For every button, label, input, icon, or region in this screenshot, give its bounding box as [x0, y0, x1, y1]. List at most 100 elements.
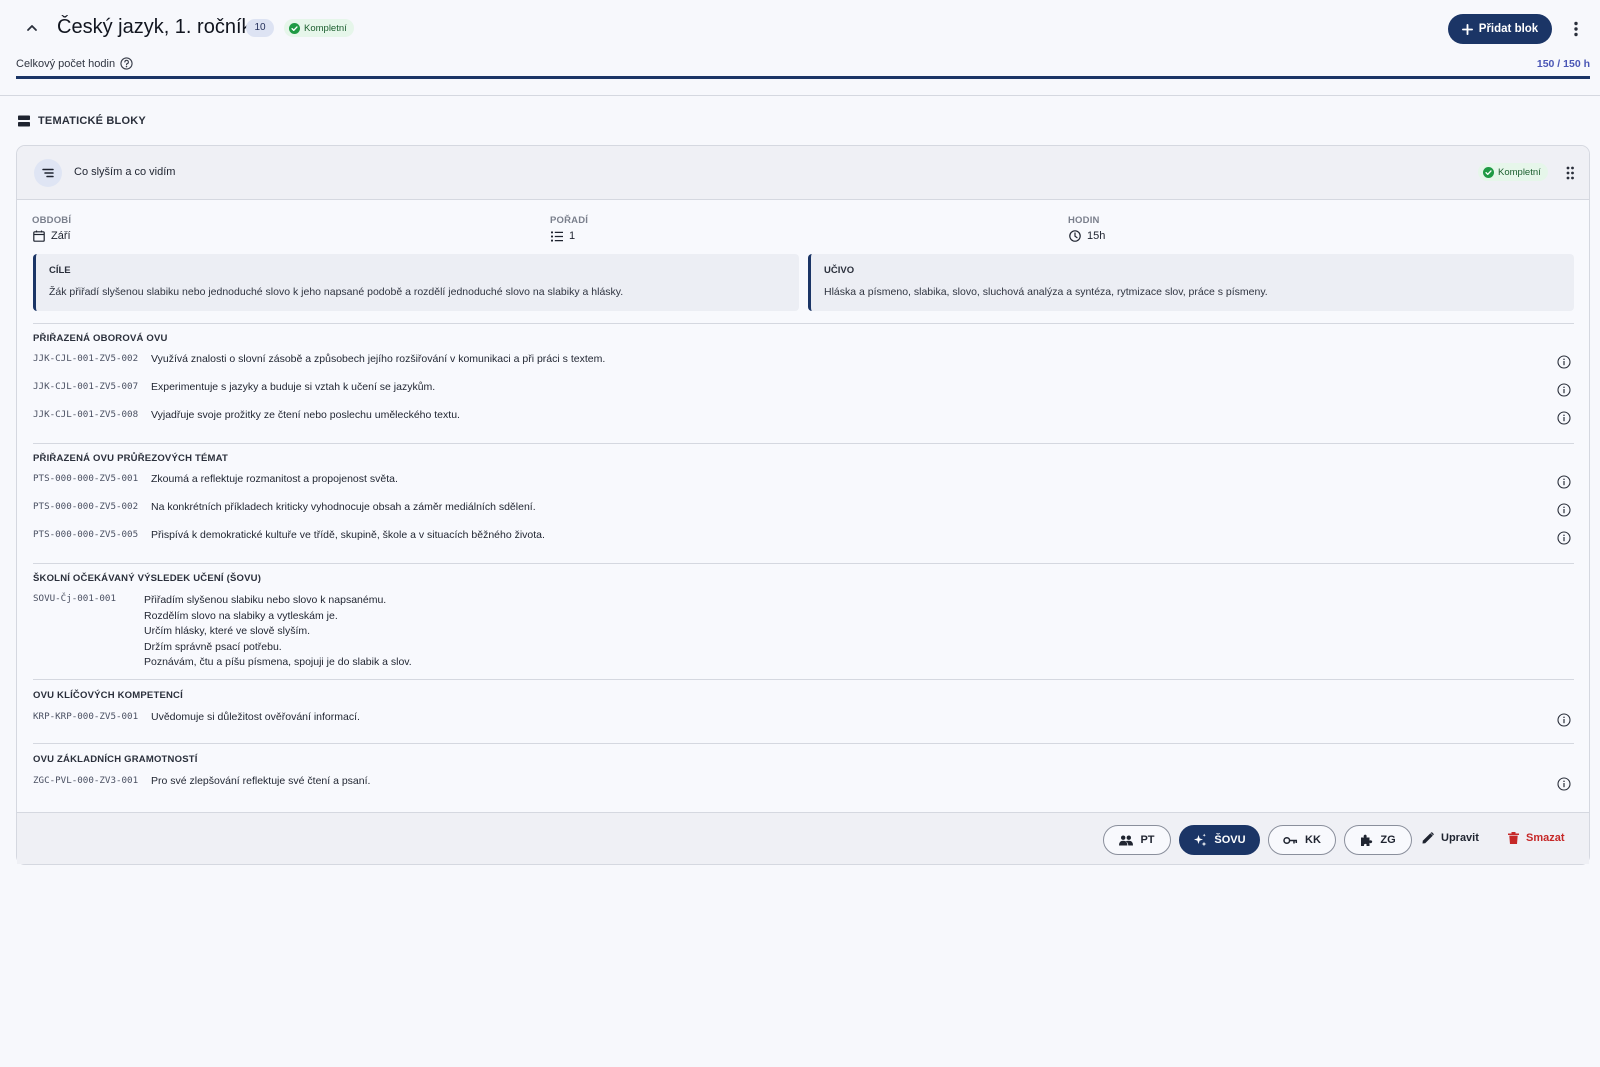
divider [33, 323, 1574, 324]
status-badge: Kompletní [284, 19, 354, 37]
total-hours-text: Celkový počet hodin [16, 57, 116, 70]
trash-icon [1508, 832, 1519, 844]
key-icon [1283, 836, 1298, 844]
sovu-line: Rozdělím slovo na slabiky a vytleskám je… [144, 609, 338, 622]
ovu-text: Experimentuje s jazyky a buduje si vztah… [151, 381, 436, 393]
hours-label: HODIN [1068, 215, 1100, 226]
sovu-code: SOVU-Čj-001-001 [33, 593, 116, 604]
add-block-label: Přidat blok [1478, 23, 1539, 35]
sovu-button[interactable]: ŠOVU [1179, 825, 1260, 855]
info-icon[interactable] [1557, 383, 1571, 397]
page-title: Český jazyk, 1. ročník [57, 16, 252, 38]
calendar-icon [33, 230, 45, 242]
chevron-up-icon[interactable] [24, 20, 40, 36]
pt-button[interactable]: PT [1103, 825, 1171, 855]
add-block-button[interactable]: Přidat blok [1448, 14, 1552, 44]
ovu-code: JJK-CJL-001-ZV5-007 [33, 381, 139, 392]
list-icon [42, 168, 54, 178]
order-label: POŘADÍ [550, 215, 589, 226]
section-title-text: TEMATICKÉ BLOKY [38, 115, 146, 127]
hours-value: 15h [1069, 230, 1105, 242]
total-hours-value: 150 / 150 h [1536, 58, 1590, 70]
divider [33, 563, 1574, 564]
divider [33, 443, 1574, 444]
pencil-icon [1422, 832, 1434, 844]
sovu-row: SOVU-Čj-001-001 Přiřadím slyšenou slabik… [33, 593, 1579, 673]
period-value: Září [33, 230, 71, 242]
ovu-row: JJK-CJL-001-ZV5-002 Využívá znalosti o s… [33, 353, 1579, 369]
ovu-code: PTS-000-000-ZV5-001 [33, 473, 139, 484]
sovu-line: Určím hlásky, které ve slově slyším. [144, 625, 311, 637]
drag-handle-icon[interactable] [1562, 163, 1578, 183]
curriculum-callout: UČIVO Hláska a písmeno, slabika, slovo, … [808, 254, 1574, 311]
ovu-row: PTS-000-000-ZV5-001 Zkoumá a reflektuje … [33, 473, 1579, 489]
sovu-line: Držím správně psací potřebu. [144, 640, 282, 653]
numbered-list-icon [551, 231, 563, 241]
ovu-row: PTS-000-000-ZV5-005 Přispívá k demokrati… [33, 529, 1579, 545]
gramotnosti-title: OVU ZÁKLADNÍCH GRAMOTNOSTÍ [33, 754, 198, 765]
ovu-text: Vyjadřuje svoje prožitky ze čtení nebo p… [151, 409, 460, 421]
ovu-text: Využívá znalosti o slovní zásobě a způso… [151, 353, 606, 365]
divider [33, 743, 1574, 744]
hours-value-text: 15h [1087, 230, 1106, 242]
info-icon[interactable] [1557, 355, 1571, 369]
ovu-row: JJK-CJL-001-ZV5-008 Vyjadřuje svoje prož… [33, 409, 1579, 425]
total-hours-label: Celkový počet hodin [16, 57, 133, 70]
ovu-code: PTS-000-000-ZV5-002 [33, 501, 139, 512]
ovu-text: Zkoumá a reflektuje rozmanitost a propoj… [151, 473, 398, 485]
check-circle-icon [1483, 166, 1494, 178]
period-label: OBDOBÍ [32, 215, 72, 226]
ovu-text: Přispívá k demokratické kultuře ve třídě… [151, 529, 545, 541]
people-icon [1119, 835, 1134, 845]
order-value-text: 1 [569, 230, 576, 242]
divider [33, 679, 1574, 680]
block-footer: PT ŠOVU KK ZG Upravit Smazat [17, 812, 1589, 864]
zg-button[interactable]: ZG [1344, 825, 1412, 855]
info-icon[interactable] [1557, 503, 1571, 517]
pt-label: PT [1140, 834, 1155, 846]
period-value-text: Září [51, 230, 71, 242]
sparkle-icon [1194, 833, 1207, 847]
ovu-text: Pro své zlepšování reflektuje své čtení … [151, 775, 371, 787]
ovu-row: ZGC-PVL-000-ZV3-001 Pro své zlepšování r… [33, 775, 1579, 791]
clock-icon [1069, 230, 1081, 242]
goals-callout: CÍLE Žák přiřadí slyšenou slabiku nebo j… [33, 254, 799, 311]
ovu-code: PTS-000-000-ZV5-005 [33, 529, 139, 540]
goals-text: Žák přiřadí slyšenou slabiku nebo jednod… [49, 286, 624, 298]
hours-progress-fill [16, 76, 1590, 79]
help-circle-icon[interactable] [120, 57, 133, 70]
ovu-row: KRP-KRP-000-ZV5-001 Uvědomuje si důležit… [33, 711, 1579, 727]
stacked-blocks-icon [18, 115, 30, 127]
order-value: 1 [551, 230, 575, 242]
kk-button[interactable]: KK [1268, 825, 1336, 855]
ovu-code: ZGC-PVL-000-ZV3-001 [33, 775, 139, 786]
block-header[interactable]: Co slyším a co vidím Kompletní [17, 146, 1589, 200]
klicove-title: OVU KLÍČOVÝCH KOMPETENCÍ [33, 690, 183, 701]
sovu-title: ŠKOLNÍ OČEKÁVANÝ VÝSLEDEK UČENÍ (ŠOVU) [33, 573, 262, 584]
edit-button[interactable]: Upravit [1422, 832, 1479, 844]
block-status-badge: Kompletní [1478, 163, 1548, 181]
sovu-line: Přiřadím slyšenou slabiku nebo slovo k n… [144, 594, 387, 606]
subject-header: Český jazyk, 1. ročník 10 Kompletní Přid… [0, 0, 1600, 96]
info-icon[interactable] [1557, 713, 1571, 727]
goals-title: CÍLE [49, 265, 71, 276]
delete-button[interactable]: Smazat [1508, 832, 1565, 844]
edit-label: Upravit [1441, 832, 1479, 844]
delete-label: Smazat [1526, 832, 1565, 844]
sovu-line: Poznávám, čtu a píšu písmena, spojuji je… [144, 656, 412, 668]
prurezova-title: PŘIŘAZENÁ OVU PRŮŘEZOVÝCH TÉMAT [33, 453, 228, 464]
info-icon[interactable] [1557, 475, 1571, 489]
curriculum-text: Hláska a písmeno, slabika, slovo, slucho… [824, 286, 1268, 298]
sovu-label: ŠOVU [1214, 834, 1246, 846]
info-icon[interactable] [1557, 411, 1571, 425]
more-vertical-icon[interactable] [1566, 19, 1586, 39]
hours-progress-bar [16, 76, 1590, 79]
curriculum-title: UČIVO [824, 265, 855, 276]
ovu-text: Na konkrétních příkladech kriticky vyhod… [151, 501, 536, 513]
ovu-code: KRP-KRP-000-ZV5-001 [33, 711, 139, 722]
block-count-badge: 10 [246, 19, 274, 37]
info-icon[interactable] [1557, 531, 1571, 545]
status-label: Kompletní [304, 22, 347, 34]
info-icon[interactable] [1557, 777, 1571, 791]
block-name: Co slyším a co vidím [74, 166, 176, 178]
